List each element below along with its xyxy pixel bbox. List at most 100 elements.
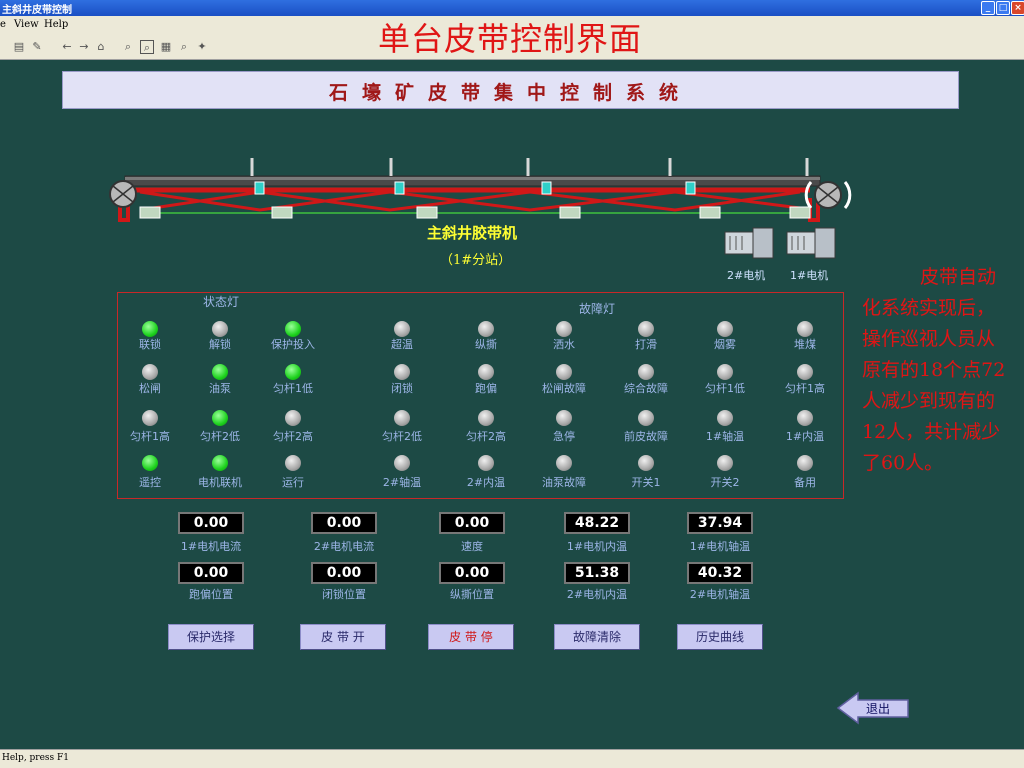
sensor-2 bbox=[394, 181, 405, 195]
status-lamp-label: 匀杆1低 bbox=[273, 382, 313, 395]
grid-icon[interactable]: ▦ bbox=[159, 40, 173, 54]
fault-lamp-label: 油泵故障 bbox=[542, 476, 586, 489]
fault-lamp bbox=[556, 321, 572, 337]
status-lamp bbox=[142, 455, 158, 471]
belt-station: （1#分站） bbox=[440, 253, 512, 268]
motor-1-label: 1#电机 bbox=[790, 269, 829, 282]
home-icon[interactable]: ⌂ bbox=[94, 40, 108, 54]
status-lamp-label: 保护投入 bbox=[271, 338, 315, 351]
fault-lamp bbox=[556, 410, 572, 426]
fault-lamp-label: 匀杆1高 bbox=[785, 382, 825, 395]
status-lamp bbox=[142, 321, 158, 337]
sensor-3 bbox=[541, 181, 552, 195]
fault-lamp-label: 备用 bbox=[794, 476, 816, 489]
menu-view[interactable]: View bbox=[14, 19, 39, 30]
print-icon[interactable]: ▤ bbox=[12, 40, 26, 54]
fault-lamp bbox=[638, 410, 654, 426]
fault-clear-button[interactable]: 故障清除 bbox=[554, 624, 640, 650]
fault-lamp-label: 烟雾 bbox=[714, 338, 736, 351]
readout-label: 1#电机轴温 bbox=[689, 540, 751, 553]
protection-select-button[interactable]: 保护选择 bbox=[168, 624, 254, 650]
fault-lamp-label: 纵撕 bbox=[475, 338, 497, 351]
select-icon[interactable]: ⌕ bbox=[140, 40, 154, 54]
history-curve-button[interactable]: 历史曲线 bbox=[677, 624, 763, 650]
motor-1-icon bbox=[786, 227, 836, 259]
menu-help[interactable]: Help bbox=[44, 19, 68, 30]
readout-value: 0.00 bbox=[439, 512, 505, 534]
status-lamp bbox=[212, 364, 228, 380]
belt-name: 主斜井胶带机 bbox=[427, 224, 518, 242]
zoom-icon[interactable]: ⌕ bbox=[121, 40, 135, 54]
status-lamps-title: 状态灯 bbox=[203, 295, 240, 309]
fault-lamp bbox=[394, 321, 410, 337]
readout-label: 1#电机内温 bbox=[566, 540, 628, 553]
menu-file[interactable]: e bbox=[0, 19, 6, 30]
fault-lamp-label: 开关1 bbox=[631, 476, 661, 489]
fault-lamp bbox=[717, 455, 733, 471]
idler-4 bbox=[559, 206, 581, 219]
fault-lamp-label: 洒水 bbox=[553, 338, 575, 351]
belt-start-button[interactable]: 皮 带 开 bbox=[300, 624, 386, 650]
readout-value: 0.00 bbox=[311, 562, 377, 584]
readout-value: 48.22 bbox=[564, 512, 630, 534]
status-lamp bbox=[142, 410, 158, 426]
sensor-1 bbox=[254, 181, 265, 195]
fault-lamp bbox=[556, 455, 572, 471]
fault-lamp bbox=[797, 410, 813, 426]
fault-lamp-label: 匀杆2高 bbox=[466, 430, 506, 443]
fault-lamp-label: 2#轴温 bbox=[382, 476, 422, 489]
readout-label: 2#电机轴温 bbox=[689, 588, 751, 601]
fault-lamp-label: 1#轴温 bbox=[705, 430, 745, 443]
status-lamp bbox=[285, 321, 301, 337]
pin-icon[interactable]: ✦ bbox=[195, 40, 209, 54]
fault-lamp bbox=[394, 364, 410, 380]
system-title: 石壕矿皮带集中控制系统 bbox=[328, 82, 692, 104]
minimize-button[interactable]: _ bbox=[981, 1, 995, 15]
fault-lamp-label: 匀杆2低 bbox=[382, 430, 422, 443]
maximize-button[interactable]: □ bbox=[996, 1, 1010, 15]
fault-lamp-label: 综合故障 bbox=[624, 382, 668, 395]
fault-lamp-label: 堆煤 bbox=[794, 338, 816, 351]
fault-lamp bbox=[717, 364, 733, 380]
readout-value: 51.38 bbox=[564, 562, 630, 584]
belt-stop-button[interactable]: 皮 带 停 bbox=[428, 624, 514, 650]
fault-lamp bbox=[797, 321, 813, 337]
status-lamp bbox=[285, 410, 301, 426]
fault-lamps-title: 故障灯 bbox=[579, 302, 616, 316]
fault-lamp-label: 跑偏 bbox=[475, 382, 497, 395]
readout-value: 37.94 bbox=[687, 512, 753, 534]
head-guard-right bbox=[843, 181, 852, 209]
readout-value: 40.32 bbox=[687, 562, 753, 584]
status-lamp bbox=[285, 364, 301, 380]
status-lamp bbox=[212, 410, 228, 426]
idler-3 bbox=[416, 206, 438, 219]
status-lamp bbox=[212, 455, 228, 471]
idler-2 bbox=[271, 206, 293, 219]
status-bar: Help, press F1 bbox=[0, 749, 1024, 768]
readout-value: 0.00 bbox=[311, 512, 377, 534]
side-note: 皮带自动化系统实现后，操作巡视人员从原有的18个点72人减少到现有的12人，共计… bbox=[862, 266, 1006, 474]
back-icon[interactable]: ← bbox=[60, 40, 74, 54]
fault-lamp bbox=[797, 364, 813, 380]
readout-value: 0.00 bbox=[178, 512, 244, 534]
status-text: Help, press F1 bbox=[2, 753, 69, 763]
fault-lamp-label: 1#内温 bbox=[785, 430, 825, 443]
close-button[interactable]: × bbox=[1011, 1, 1024, 15]
fault-lamp bbox=[797, 455, 813, 471]
fault-lamp bbox=[394, 455, 410, 471]
zoom-out-icon[interactable]: ⌕ bbox=[177, 40, 191, 54]
window-title: 主斜井皮带控制 bbox=[2, 5, 72, 16]
idler-1 bbox=[139, 206, 161, 219]
fault-lamp bbox=[478, 455, 494, 471]
fault-lamp bbox=[717, 410, 733, 426]
motor-2-label: 2#电机 bbox=[727, 269, 766, 282]
tools-icon[interactable]: ✎ bbox=[30, 40, 44, 54]
status-lamp-label: 运行 bbox=[282, 476, 304, 489]
belt-highlight bbox=[125, 177, 820, 180]
forward-icon[interactable]: → bbox=[77, 40, 91, 54]
readout-label: 2#电机电流 bbox=[313, 540, 375, 553]
readout-label: 1#电机电流 bbox=[180, 540, 242, 553]
fault-lamp-label: 匀杆1低 bbox=[705, 382, 745, 395]
readout-label: 闭锁位置 bbox=[322, 588, 366, 601]
status-lamp-label: 匀杆2高 bbox=[273, 430, 313, 443]
